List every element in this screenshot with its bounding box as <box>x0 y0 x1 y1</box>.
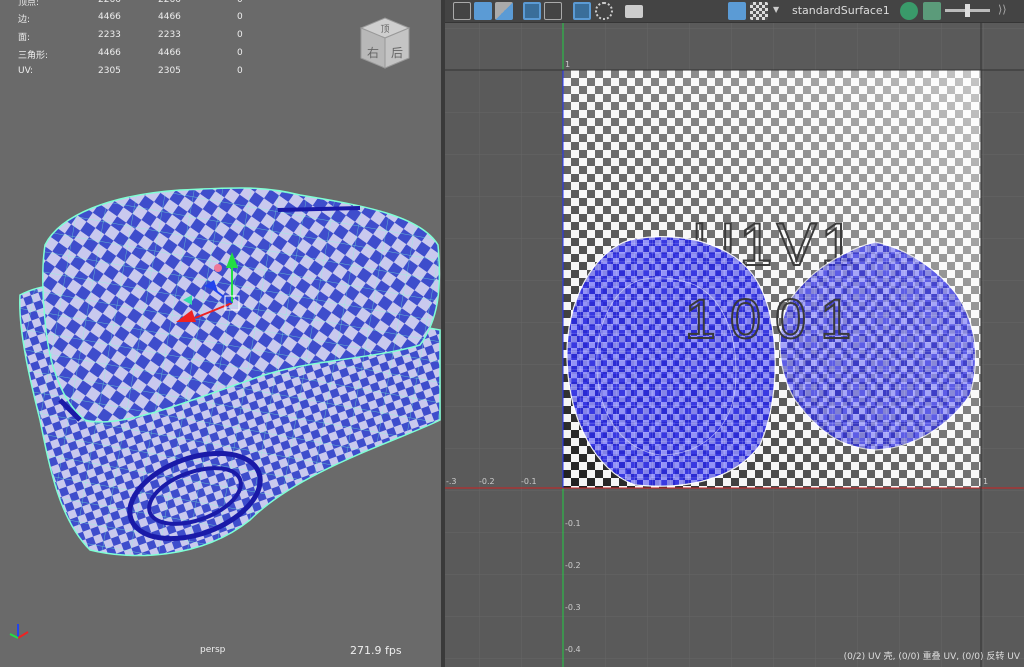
slider-thumb[interactable] <box>965 4 970 17</box>
exposure-icon[interactable] <box>900 2 918 20</box>
hud-row-tris: 三角形: 4466 4466 0 <box>18 48 243 61</box>
hud-value: 0 <box>237 48 243 58</box>
more-options-icon[interactable]: ⟩⟩ <box>998 3 1007 16</box>
x-tick: -0.2 <box>479 477 495 486</box>
viewcube-top-label: 顶 <box>380 24 389 35</box>
image-display-icon[interactable] <box>728 2 746 20</box>
distortion-toggle-icon[interactable] <box>495 2 513 20</box>
hud-value: 0 <box>237 66 243 76</box>
x-tick: 1 <box>983 477 988 486</box>
y-tick: -0.3 <box>565 603 581 612</box>
viewcube-front-label: 右 <box>367 45 379 60</box>
gamma-icon[interactable] <box>923 2 941 20</box>
hud-label: 边: <box>18 15 31 25</box>
perspective-viewport[interactable]: 顶 右 后 顶点: 2266 2266 0 边: 4466 4466 0 面: … <box>0 0 441 667</box>
checker-display-icon[interactable] <box>750 2 768 20</box>
hud-label: 顶点: <box>18 0 40 8</box>
hud-value: 4466 <box>98 48 121 58</box>
hud-value: 2305 <box>158 66 181 76</box>
hud-value: 4466 <box>158 48 181 58</box>
hud-value: 4466 <box>158 12 181 22</box>
y-tick: -0.4 <box>565 645 581 654</box>
uv-shell-left[interactable] <box>566 236 776 487</box>
uv-editor-panel[interactable]: U1V1 1001 -.3 -0.2 -0.1 1 1 -0.1 -0.2 -0… <box>445 0 1024 667</box>
hud-row-verts: 顶点: 2266 2266 0 <box>18 0 243 8</box>
shader-dropdown-arrow-icon[interactable]: ▼ <box>773 5 779 14</box>
fps-counter: 271.9 fps <box>350 644 402 657</box>
hud-row-uvs: UV: 2305 2305 0 <box>18 66 243 78</box>
hud-label: 面: <box>18 33 31 43</box>
viewcube[interactable]: 顶 右 后 <box>355 12 415 72</box>
camera-icon[interactable] <box>625 5 643 18</box>
hud-value: 0 <box>237 30 243 40</box>
uv-editor-toolbar: ▼ standardSurface1 ⟩⟩ <box>445 0 1024 23</box>
y-tick: 1 <box>565 60 570 69</box>
x-tick: -0.1 <box>521 477 537 486</box>
hud-value: 2305 <box>98 66 121 76</box>
checker-grid-icon[interactable] <box>573 2 591 20</box>
viewport-scene <box>9 187 441 639</box>
hud-label: 三角形: <box>18 51 49 61</box>
shader-name[interactable]: standardSurface1 <box>792 4 890 17</box>
y-tick: -0.1 <box>565 519 581 528</box>
uv-status-text: (0/2) UV 壳, (0/0) 重叠 UV, (0/0) 反转 UV <box>843 652 1020 662</box>
shaded-toggle-icon[interactable] <box>474 2 492 20</box>
hud-value: 4466 <box>98 12 121 22</box>
hud-row-faces: 面: 2233 2233 0 <box>18 30 243 43</box>
uv-canvas[interactable]: U1V1 1001 -.3 -0.2 -0.1 1 1 -0.1 -0.2 -0… <box>445 0 1024 667</box>
hud-value: 0 <box>237 0 243 5</box>
axis-indicator-icon <box>9 624 29 639</box>
x-tick: -.3 <box>446 477 457 486</box>
hud-value: 0 <box>237 12 243 22</box>
hud-label: UV: <box>18 66 34 76</box>
snapshot-dots-icon[interactable] <box>595 2 613 20</box>
camera-name: persp <box>200 645 226 655</box>
hud-value: 2266 <box>98 0 121 5</box>
viewcube-side-label: 后 <box>391 46 403 60</box>
hud-value: 2233 <box>98 30 121 40</box>
y-tick: -0.2 <box>565 561 581 570</box>
texture-borders-icon[interactable] <box>523 2 541 20</box>
uv-mesh-object <box>19 187 441 557</box>
grid-toggle-icon[interactable] <box>544 2 562 20</box>
wireframe-toggle-icon[interactable] <box>453 2 471 20</box>
hud-value: 2266 <box>158 0 181 5</box>
hud-row-edges: 边: 4466 4466 0 <box>18 12 243 25</box>
uv-tile-id: 1001 <box>685 287 866 350</box>
hud-value: 2233 <box>158 30 181 40</box>
